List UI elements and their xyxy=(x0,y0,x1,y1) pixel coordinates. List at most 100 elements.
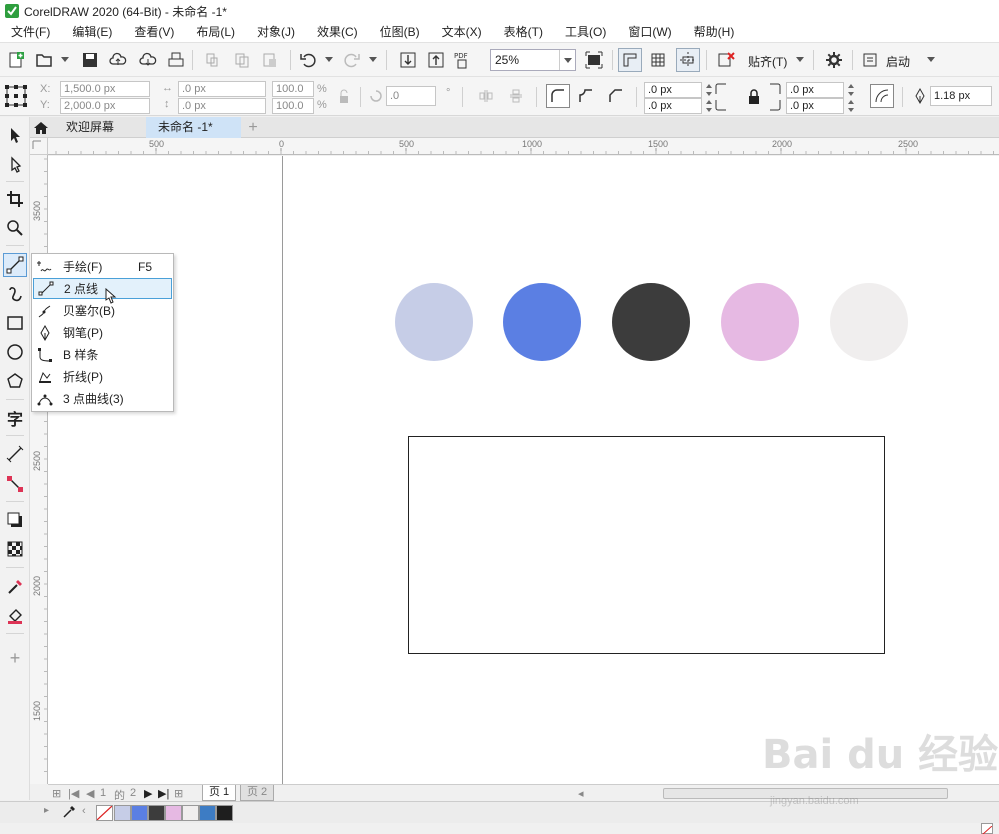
corner-bottom-left-field[interactable]: .0 px xyxy=(644,98,702,114)
palette-swatch-6[interactable] xyxy=(199,805,216,821)
relative-corner-scaling-icon[interactable] xyxy=(870,84,894,108)
options-gear-icon[interactable] xyxy=(822,48,846,72)
launch-icon[interactable] xyxy=(858,48,882,72)
circle-shape-4[interactable] xyxy=(721,283,799,361)
height-field[interactable]: .0 px xyxy=(178,98,266,114)
cut-icon[interactable] xyxy=(200,48,224,72)
flyout-item-3-point-curve[interactable]: 3 点曲线(3) xyxy=(33,388,172,409)
save-icon[interactable] xyxy=(78,48,102,72)
show-grid-icon[interactable] xyxy=(646,48,670,72)
menu-view[interactable]: 查看(V) xyxy=(123,22,185,42)
flyout-item-b-spline[interactable]: B 样条 xyxy=(33,344,172,365)
publish-pdf-icon[interactable]: PDF xyxy=(452,48,476,72)
ruler-origin-icon[interactable] xyxy=(30,138,48,155)
add-tab-plus-icon[interactable]: + xyxy=(244,119,262,137)
zoom-level-select[interactable]: 25% xyxy=(490,49,576,71)
menu-text[interactable]: 文本(X) xyxy=(431,22,493,42)
scalloped-corner-icon[interactable] xyxy=(574,84,598,108)
paste-icon[interactable] xyxy=(258,48,282,72)
page-tab-1[interactable]: 页 1 xyxy=(202,785,237,801)
vertical-ruler[interactable]: 3500 3000 2500 2000 1500 xyxy=(30,155,48,784)
add-page-after-icon[interactable]: ⊞ xyxy=(174,787,183,800)
circle-shape-3[interactable] xyxy=(612,283,690,361)
palette-swatch-4[interactable] xyxy=(165,805,182,821)
home-icon[interactable] xyxy=(30,117,52,138)
redo-dropdown-icon[interactable] xyxy=(369,57,377,62)
parallel-dimension-tool-icon[interactable] xyxy=(3,442,27,466)
chevron-down-icon[interactable] xyxy=(559,50,575,70)
horizontal-ruler[interactable]: 500 0 500 1000 1500 2000 2500 xyxy=(48,138,999,155)
snap-off-icon[interactable] xyxy=(714,48,738,72)
page-tab-2[interactable]: 页 2 xyxy=(240,785,275,801)
drop-shadow-tool-icon[interactable] xyxy=(3,508,27,532)
palette-eyedropper-icon[interactable] xyxy=(62,805,78,821)
rectangle-shape[interactable] xyxy=(408,436,885,654)
position-y-field[interactable]: 2,000.0 px xyxy=(60,98,150,114)
shape-tool-icon[interactable] xyxy=(3,152,27,176)
prev-page-icon[interactable]: ◀ xyxy=(86,787,94,800)
width-field[interactable]: .0 px xyxy=(178,81,266,97)
palette-scroll-left-icon[interactable]: ‹ xyxy=(82,805,86,817)
polygon-tool-icon[interactable] xyxy=(3,369,27,393)
no-color-swatch[interactable] xyxy=(96,805,113,821)
palette-arrow-icon[interactable]: ▸ xyxy=(44,805,49,816)
scroll-left-icon[interactable]: ◂ xyxy=(578,787,584,800)
rectangle-tool-icon[interactable] xyxy=(3,311,27,335)
lock-corners-icon[interactable] xyxy=(742,85,766,109)
undo-dropdown-icon[interactable] xyxy=(325,57,333,62)
launch-dropdown-icon[interactable] xyxy=(927,57,935,62)
palette-swatch-3[interactable] xyxy=(148,805,165,821)
flyout-item-polyline[interactable]: 折线(P) xyxy=(33,366,172,387)
corner-top-right-spinner[interactable] xyxy=(845,82,857,98)
pick-tool-icon[interactable] xyxy=(3,123,27,147)
zoom-to-page-icon[interactable] xyxy=(582,48,606,72)
rotate-icon[interactable] xyxy=(364,84,388,108)
new-document-icon[interactable] xyxy=(4,48,28,72)
cloud-download-icon[interactable] xyxy=(136,48,160,72)
add-tool-plus-icon[interactable]: + xyxy=(3,646,27,670)
open-folder-icon[interactable] xyxy=(32,48,56,72)
tab-welcome-screen[interactable]: 欢迎屏幕 xyxy=(54,117,126,138)
menu-object[interactable]: 对象(J) xyxy=(246,22,306,42)
chamfered-corner-icon[interactable] xyxy=(604,84,628,108)
next-page-icon[interactable]: ▶ xyxy=(144,787,152,800)
print-icon[interactable] xyxy=(164,48,188,72)
outline-width-field[interactable]: 1.18 px xyxy=(930,86,992,106)
position-x-field[interactable]: 1,500.0 px xyxy=(60,81,150,97)
rotation-field[interactable]: .0 xyxy=(386,86,436,106)
cloud-upload-icon[interactable] xyxy=(106,48,130,72)
circle-shape-5[interactable] xyxy=(830,283,908,361)
transparency-tool-icon[interactable] xyxy=(3,537,27,561)
scale-width-field[interactable]: 100.0 xyxy=(272,81,314,97)
menu-edit[interactable]: 编辑(E) xyxy=(61,22,123,42)
redo-icon[interactable] xyxy=(340,48,364,72)
first-page-icon[interactable]: |◀ xyxy=(68,787,79,800)
show-rulers-icon[interactable] xyxy=(618,48,642,72)
import-icon[interactable] xyxy=(396,48,420,72)
menu-tools[interactable]: 工具(O) xyxy=(554,22,617,42)
export-icon[interactable] xyxy=(424,48,448,72)
menu-effects[interactable]: 效果(C) xyxy=(306,22,369,42)
crop-tool-icon[interactable] xyxy=(3,187,27,211)
show-guidelines-icon[interactable] xyxy=(676,48,700,72)
connector-tool-icon[interactable] xyxy=(3,472,27,496)
palette-swatch-2[interactable] xyxy=(131,805,148,821)
flyout-item-2-point-line[interactable]: 2 点线 xyxy=(33,278,172,299)
fill-indicator-icon[interactable] xyxy=(981,823,993,834)
corner-bottom-right-field[interactable]: .0 px xyxy=(786,98,844,114)
round-corner-icon[interactable] xyxy=(546,84,570,108)
tab-untitled-document[interactable]: 未命名 -1* xyxy=(146,117,241,138)
drawing-canvas[interactable] xyxy=(48,156,999,784)
flyout-item-pen[interactable]: 钢笔(P) xyxy=(33,322,172,343)
menu-layout[interactable]: 布局(L) xyxy=(185,22,246,42)
eyedropper-tool-icon[interactable] xyxy=(3,575,27,599)
mirror-vertical-icon[interactable] xyxy=(504,84,528,108)
flyout-item-freehand[interactable]: 手绘(F) F5 xyxy=(33,256,172,277)
scale-height-field[interactable]: 100.0 xyxy=(272,98,314,114)
zoom-tool-icon[interactable] xyxy=(3,216,27,240)
flyout-item-bezier[interactable]: 贝塞尔(B) xyxy=(33,300,172,321)
circle-shape-1[interactable] xyxy=(395,283,473,361)
interactive-fill-tool-icon[interactable] xyxy=(3,604,27,628)
line-tool-icon[interactable] xyxy=(3,253,27,277)
snap-dropdown-icon[interactable] xyxy=(796,57,804,62)
